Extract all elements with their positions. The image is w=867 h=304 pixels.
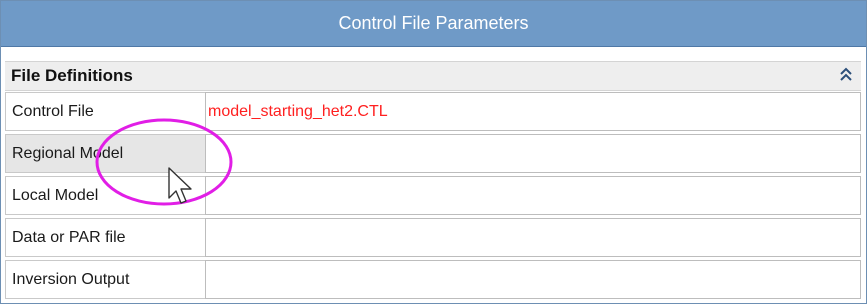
property-label: Inversion Output bbox=[5, 260, 208, 299]
property-row-data-or-par-file: Data or PAR file bbox=[5, 217, 861, 259]
property-row-control-file: Control File model_starting_het2.CTL bbox=[5, 91, 861, 133]
regional-model-value[interactable] bbox=[205, 134, 861, 173]
local-model-value[interactable] bbox=[205, 176, 861, 215]
property-label[interactable]: Regional Model bbox=[5, 134, 208, 173]
file-definitions-grid: Control File model_starting_het2.CTL Reg… bbox=[5, 91, 861, 301]
property-row-inversion-output: Inversion Output bbox=[5, 259, 861, 301]
property-label: Local Model bbox=[5, 176, 208, 215]
property-label: Data or PAR file bbox=[5, 218, 208, 257]
panel-title-bar: Control File Parameters bbox=[1, 1, 866, 47]
control-file-parameters-panel: Control File Parameters File Definitions… bbox=[0, 0, 867, 304]
property-label: Control File bbox=[5, 92, 208, 131]
double-chevron-up-icon[interactable] bbox=[837, 64, 855, 86]
property-row-local-model: Local Model bbox=[5, 175, 861, 217]
control-file-value[interactable]: model_starting_het2.CTL bbox=[205, 92, 861, 131]
data-or-par-file-value[interactable] bbox=[205, 218, 861, 257]
file-definitions-section-header[interactable]: File Definitions bbox=[5, 61, 861, 91]
inversion-output-value[interactable] bbox=[205, 260, 861, 299]
property-row-regional-model: Regional Model bbox=[5, 133, 861, 175]
section-title: File Definitions bbox=[11, 66, 133, 85]
panel-title: Control File Parameters bbox=[338, 13, 529, 33]
